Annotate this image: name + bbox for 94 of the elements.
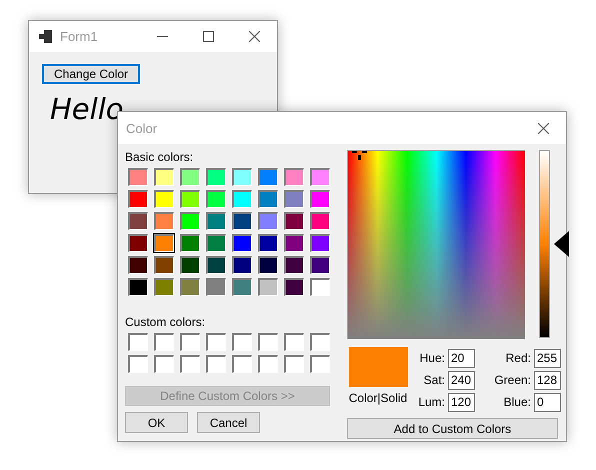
window-title: Form1 bbox=[60, 29, 98, 44]
app-icon bbox=[39, 30, 52, 43]
color-swatch[interactable] bbox=[283, 189, 305, 209]
color-swatch[interactable] bbox=[231, 189, 253, 209]
add-to-custom-colors-button[interactable]: Add to Custom Colors bbox=[347, 418, 558, 439]
color-swatch[interactable] bbox=[179, 167, 201, 187]
custom-color-slot[interactable] bbox=[231, 354, 253, 374]
color-swatch[interactable] bbox=[309, 167, 331, 187]
color-swatch[interactable] bbox=[153, 189, 175, 209]
value-field[interactable]: 0 bbox=[534, 392, 561, 412]
color-swatch[interactable] bbox=[179, 255, 201, 275]
luminance-slider-thumb[interactable] bbox=[554, 231, 569, 257]
custom-color-slot[interactable] bbox=[153, 332, 175, 352]
color-swatch[interactable] bbox=[257, 277, 279, 297]
color-swatch[interactable] bbox=[205, 211, 227, 231]
custom-color-slot[interactable] bbox=[179, 354, 201, 374]
color-swatch[interactable] bbox=[153, 255, 175, 275]
color-swatch[interactable] bbox=[309, 277, 331, 297]
field-label: Red: bbox=[506, 351, 531, 365]
color-swatch[interactable] bbox=[205, 189, 227, 209]
field-label: Green: bbox=[494, 373, 531, 387]
custom-color-slot[interactable] bbox=[283, 354, 305, 374]
color-swatch[interactable] bbox=[231, 211, 253, 231]
color-swatch[interactable] bbox=[309, 255, 331, 275]
color-swatch[interactable] bbox=[205, 255, 227, 275]
color-swatch[interactable] bbox=[179, 189, 201, 209]
color-swatch[interactable] bbox=[153, 167, 175, 187]
color-swatch[interactable] bbox=[309, 211, 331, 231]
color-swatch[interactable] bbox=[283, 167, 305, 187]
color-swatch[interactable] bbox=[127, 211, 149, 231]
field-label: Lum: bbox=[418, 395, 445, 409]
close-icon[interactable] bbox=[248, 31, 260, 42]
custom-color-slot[interactable] bbox=[127, 354, 149, 374]
color-swatch[interactable] bbox=[179, 233, 201, 253]
value-field[interactable]: 20 bbox=[448, 348, 475, 368]
custom-color-slot[interactable] bbox=[257, 354, 279, 374]
color-swatch[interactable] bbox=[309, 233, 331, 253]
color-swatch[interactable] bbox=[127, 233, 149, 253]
custom-color-slot[interactable] bbox=[283, 332, 305, 352]
custom-color-slot[interactable] bbox=[257, 332, 279, 352]
custom-color-slot[interactable] bbox=[231, 332, 253, 352]
maximize-icon[interactable] bbox=[202, 31, 214, 42]
color-swatch[interactable] bbox=[283, 211, 305, 231]
value-field[interactable]: 128 bbox=[534, 370, 561, 390]
color-swatch[interactable] bbox=[231, 277, 253, 297]
color-swatch[interactable] bbox=[153, 277, 175, 297]
cancel-button[interactable]: Cancel bbox=[197, 412, 260, 433]
color-swatch[interactable] bbox=[179, 211, 201, 231]
color-swatch[interactable] bbox=[231, 255, 253, 275]
dialog-title: Color bbox=[126, 120, 158, 136]
color-swatch[interactable] bbox=[231, 167, 253, 187]
custom-color-slot[interactable] bbox=[309, 354, 331, 374]
color-swatch[interactable] bbox=[153, 211, 175, 231]
color-swatch[interactable] bbox=[283, 233, 305, 253]
field-label: Blue: bbox=[504, 395, 531, 409]
custom-color-slot[interactable] bbox=[205, 354, 227, 374]
close-icon[interactable] bbox=[538, 122, 548, 134]
field-label: Hue: bbox=[420, 351, 445, 365]
custom-color-slot[interactable] bbox=[205, 332, 227, 352]
change-color-button[interactable]: Change Color bbox=[42, 64, 140, 84]
color-swatch[interactable] bbox=[257, 211, 279, 231]
color-swatch[interactable] bbox=[127, 255, 149, 275]
color-swatch[interactable] bbox=[283, 255, 305, 275]
minimize-icon[interactable] bbox=[156, 36, 168, 37]
custom-color-slot[interactable] bbox=[153, 354, 175, 374]
color-swatch[interactable] bbox=[127, 167, 149, 187]
color-swatch[interactable] bbox=[205, 277, 227, 297]
color-swatch[interactable] bbox=[205, 167, 227, 187]
value-field[interactable]: 240 bbox=[448, 370, 475, 390]
color-swatch[interactable] bbox=[153, 233, 175, 253]
custom-color-slot[interactable] bbox=[127, 332, 149, 352]
custom-color-slot[interactable] bbox=[309, 332, 331, 352]
custom-colors-label: Custom colors: bbox=[125, 315, 206, 329]
color-swatch[interactable] bbox=[283, 277, 305, 297]
color-swatch[interactable] bbox=[257, 233, 279, 253]
basic-colors-label: Basic colors: bbox=[125, 150, 194, 164]
ok-button[interactable]: OK bbox=[125, 412, 188, 433]
color-swatch[interactable] bbox=[257, 255, 279, 275]
preview-label: Color|Solid bbox=[348, 391, 408, 405]
color-swatch[interactable] bbox=[231, 233, 253, 253]
color-swatch[interactable] bbox=[257, 167, 279, 187]
color-spectrum[interactable] bbox=[347, 150, 525, 339]
color-swatch[interactable] bbox=[127, 277, 149, 297]
color-swatch[interactable] bbox=[257, 189, 279, 209]
color-swatch[interactable] bbox=[205, 233, 227, 253]
color-swatch[interactable] bbox=[179, 277, 201, 297]
color-swatch[interactable] bbox=[127, 189, 149, 209]
crosshair-icon bbox=[352, 151, 367, 160]
field-label: Sat: bbox=[424, 373, 445, 387]
value-field[interactable]: 255 bbox=[534, 348, 561, 368]
custom-color-slot[interactable] bbox=[179, 332, 201, 352]
greeting-text: Hello bbox=[50, 92, 124, 126]
color-swatch[interactable] bbox=[309, 189, 331, 209]
value-field[interactable]: 120 bbox=[448, 392, 475, 412]
